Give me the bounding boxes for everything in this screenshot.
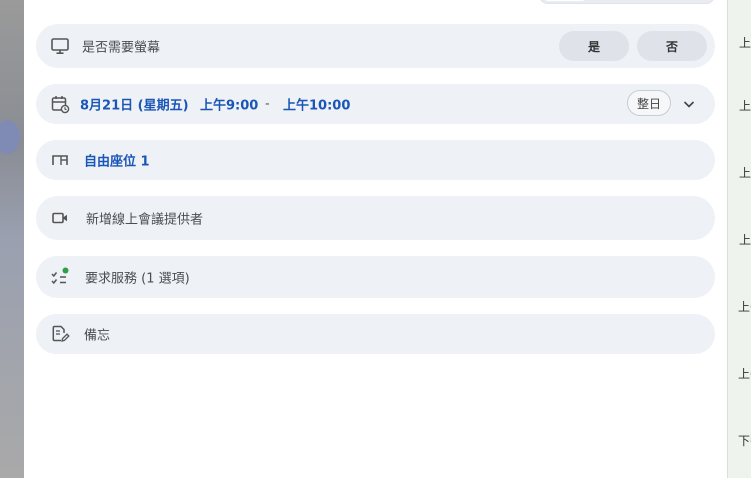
background-time-label: 上 <box>739 36 751 50</box>
note-edit-icon <box>50 324 70 344</box>
notes-label: 備忘 <box>84 328 111 344</box>
start-time-field[interactable]: 上午9:00 <box>200 95 258 114</box>
checklist-icon <box>50 267 70 287</box>
background-time-label: 上午 <box>738 300 751 314</box>
date-field[interactable]: 8月21日 (星期五) <box>80 95 189 114</box>
screen-requirement-row: 是否需要螢幕 是 否 <box>36 24 715 68</box>
time-separator: - <box>265 96 270 112</box>
screen-yes-button[interactable]: 是 <box>559 31 629 61</box>
background-time-label: 上 <box>739 99 751 113</box>
seat-row[interactable]: 自由座位 1 <box>36 140 715 180</box>
calendar-clock-icon <box>50 94 70 114</box>
top-toggle-peek[interactable] <box>539 0 715 4</box>
background-app-left <box>0 0 24 478</box>
conference-label: 新增線上會議提供者 <box>86 212 204 228</box>
background-time-label: 上午 <box>738 367 751 381</box>
background-calendar-column: 上 上 上 上 上午 上午 下午 <box>727 0 751 478</box>
services-label: 要求服務 (1 選項) <box>85 271 190 287</box>
screen-requirement-label: 是否需要螢幕 <box>82 40 161 56</box>
background-avatar <box>0 120 20 154</box>
video-camera-icon <box>50 208 70 228</box>
chevron-down-icon[interactable] <box>682 96 696 110</box>
background-time-label: 下午 <box>738 434 751 448</box>
end-time-field[interactable]: 上午10:00 <box>283 95 350 114</box>
desk-icon <box>50 150 70 170</box>
background-time-label: 上 <box>739 166 751 180</box>
all-day-toggle[interactable]: 整日 <box>627 90 671 116</box>
screen-no-button[interactable]: 否 <box>637 31 707 61</box>
date-time-row: 8月21日 (星期五) 上午9:00 - 上午10:00 整日 <box>36 84 715 124</box>
notes-row[interactable]: 備忘 <box>36 314 715 354</box>
event-details-dialog: 是否需要螢幕 是 否 8月21日 (星期五) 上午9:00 - 上午10:00 … <box>24 0 727 478</box>
top-toggle-segment <box>543 0 587 1</box>
seat-label: 自由座位 1 <box>84 154 150 170</box>
background-time-label: 上 <box>739 233 751 247</box>
monitor-icon <box>50 36 70 56</box>
conference-row[interactable]: 新增線上會議提供者 <box>36 196 715 240</box>
services-row[interactable]: 要求服務 (1 選項) <box>36 256 715 298</box>
